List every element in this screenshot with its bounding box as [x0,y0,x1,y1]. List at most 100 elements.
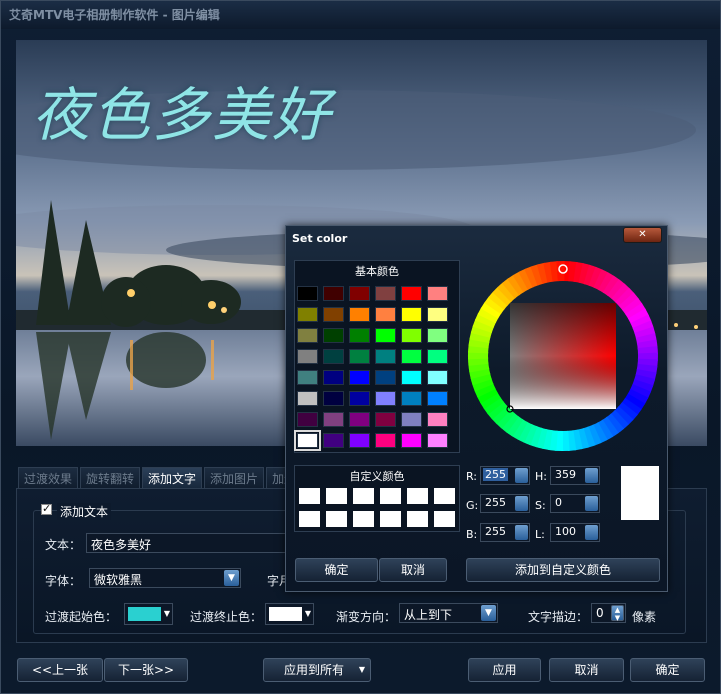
add-custom-color-button[interactable]: 添加到自定义颜色 [466,558,660,582]
basic-color-swatch[interactable] [323,370,344,385]
basic-color-swatch[interactable] [349,412,370,427]
r-input[interactable]: 255 [480,466,530,485]
b-input[interactable]: 255 [480,523,530,542]
spinner-icon[interactable] [515,468,528,483]
custom-color-swatch[interactable] [299,488,320,504]
apply-all-button[interactable]: 应用到所有 ▼ [263,658,371,682]
basic-colors-label: 基本颜色 [355,265,399,278]
basic-color-swatch[interactable] [375,412,396,427]
end-color-picker[interactable]: ▼ [265,603,314,625]
custom-color-swatch[interactable] [326,511,347,527]
l-input[interactable]: 100 [550,523,600,542]
custom-color-swatch[interactable] [407,511,428,527]
edit-tabs: 过渡效果 旋转翻转 添加文字 添加图片 加边 [18,467,303,488]
spinner-icon[interactable] [585,468,598,483]
basic-color-swatch[interactable] [427,286,448,301]
apply-button[interactable]: 应用 [468,658,541,682]
basic-color-swatch[interactable] [349,433,370,448]
basic-color-swatch[interactable] [349,370,370,385]
basic-color-swatch[interactable] [349,307,370,322]
dialog-ok-button[interactable]: 确定 [295,558,378,582]
basic-color-swatch[interactable] [375,370,396,385]
tab-add-text[interactable]: 添加文字 [142,467,203,488]
custom-color-swatch[interactable] [407,488,428,504]
custom-color-swatch[interactable] [326,488,347,504]
basic-color-swatch[interactable] [375,307,396,322]
cancel-button[interactable]: 取消 [549,658,624,682]
basic-color-swatch[interactable] [297,307,318,322]
ok-button[interactable]: 确定 [630,658,705,682]
spinner-arrows-icon[interactable]: ▲ ▼ [611,605,624,622]
basic-color-swatch[interactable] [401,286,422,301]
basic-color-swatch[interactable] [427,307,448,322]
custom-color-swatch[interactable] [299,511,320,527]
basic-color-swatch[interactable] [323,433,344,448]
basic-color-swatch[interactable] [323,328,344,343]
basic-color-swatch[interactable] [375,433,396,448]
basic-color-swatch[interactable] [375,328,396,343]
basic-color-swatch[interactable] [427,391,448,406]
custom-color-swatch[interactable] [353,488,374,504]
stroke-width-spinner[interactable]: 0 ▲ ▼ [591,603,626,623]
basic-color-swatch[interactable] [375,391,396,406]
basic-color-swatch[interactable] [323,412,344,427]
basic-color-swatch[interactable] [323,307,344,322]
prev-button[interactable]: <<上一张 [17,658,103,682]
basic-color-swatch[interactable] [401,412,422,427]
l-value: 100 [555,525,576,538]
tab-rotate-flip[interactable]: 旋转翻转 [80,467,141,488]
basic-color-swatch[interactable] [323,349,344,364]
basic-color-swatch[interactable] [401,391,422,406]
basic-color-swatch[interactable] [297,328,318,343]
basic-color-swatch[interactable] [401,433,422,448]
spinner-icon[interactable] [585,525,598,540]
g-input[interactable]: 255 [480,494,530,513]
start-color-picker[interactable]: ▼ [124,603,173,625]
tab-transition[interactable]: 过渡效果 [18,467,79,488]
spinner-icon[interactable] [585,496,598,511]
basic-color-swatch[interactable] [294,430,321,451]
basic-color-swatch[interactable] [349,328,370,343]
basic-color-swatch[interactable] [401,307,422,322]
basic-color-swatch[interactable] [323,286,344,301]
text-input[interactable]: 夜色多美好 [86,533,291,553]
hue-ring[interactable] [466,259,660,453]
basic-color-swatch[interactable] [401,370,422,385]
custom-color-swatch[interactable] [380,488,401,504]
basic-color-swatch[interactable] [297,412,318,427]
basic-color-swatch[interactable] [375,286,396,301]
b-label: B: [466,528,478,541]
basic-color-swatch[interactable] [349,286,370,301]
direction-select[interactable]: 从上到下 ▼ [399,603,498,623]
dialog-cancel-button[interactable]: 取消 [379,558,447,582]
tab-add-image[interactable]: 添加图片 [204,467,265,488]
enable-text-checkbox[interactable] [41,502,52,515]
color-wheel[interactable] [466,259,660,456]
basic-color-swatch[interactable] [401,349,422,364]
basic-color-swatch[interactable] [375,349,396,364]
basic-color-swatch[interactable] [297,349,318,364]
basic-color-swatch[interactable] [297,391,318,406]
custom-color-swatch[interactable] [434,488,455,504]
basic-color-swatch[interactable] [427,349,448,364]
basic-color-swatch[interactable] [323,391,344,406]
h-input[interactable]: 359 [550,466,600,485]
basic-color-swatch[interactable] [297,370,318,385]
basic-color-swatch[interactable] [349,391,370,406]
close-icon[interactable]: ✕ [623,227,662,243]
custom-color-swatch[interactable] [380,511,401,527]
spinner-icon[interactable] [515,496,528,511]
custom-color-swatch[interactable] [353,511,374,527]
basic-color-swatch[interactable] [427,370,448,385]
custom-color-swatch[interactable] [434,511,455,527]
next-button[interactable]: 下一张>> [104,658,188,682]
basic-color-swatch[interactable] [427,433,448,448]
font-select[interactable]: 微软雅黑 ▼ [89,568,241,588]
basic-color-swatch[interactable] [401,328,422,343]
basic-color-swatch[interactable] [427,412,448,427]
basic-color-swatch[interactable] [427,328,448,343]
spinner-icon[interactable] [515,525,528,540]
s-input[interactable]: 0 [550,494,600,513]
basic-color-swatch[interactable] [297,286,318,301]
basic-color-swatch[interactable] [349,349,370,364]
